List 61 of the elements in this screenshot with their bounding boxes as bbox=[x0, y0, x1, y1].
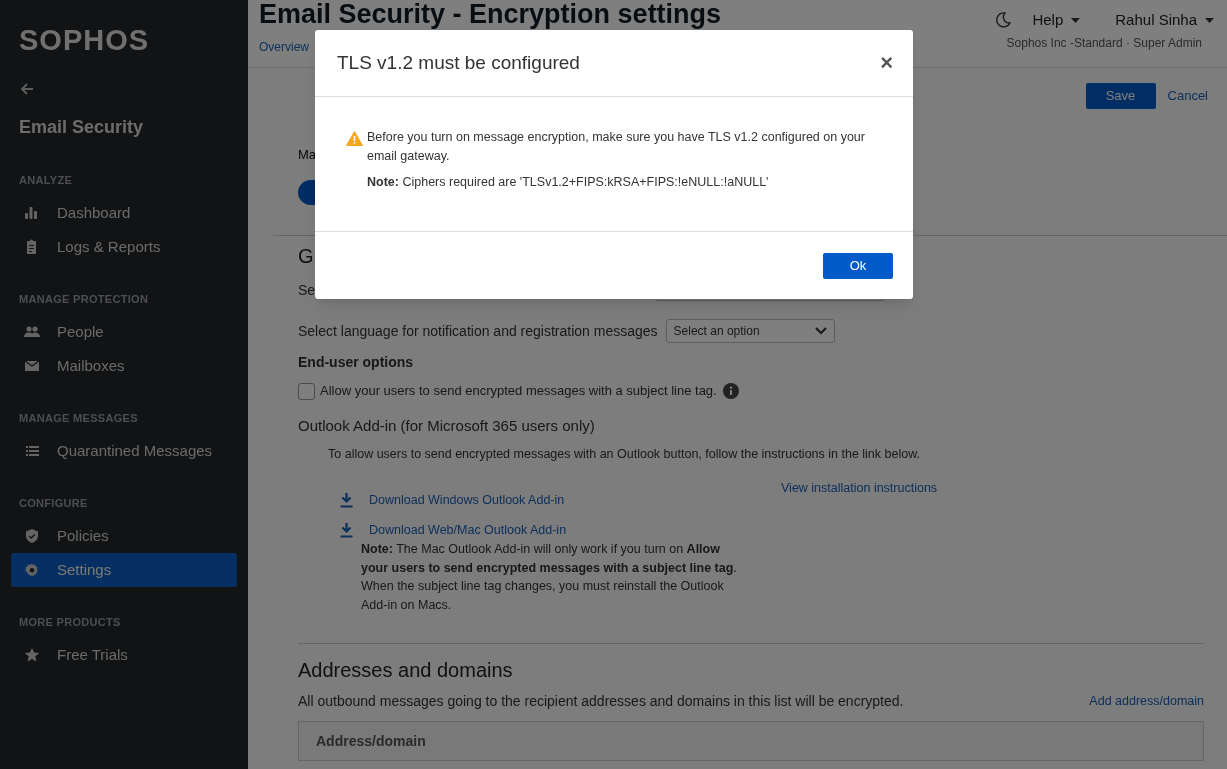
language-select[interactable]: Select an option bbox=[665, 319, 835, 343]
note-text: Note: The Mac Outlook Add-in will only work if you turn on Allow your users to send encrypted messages with a subject line tag. When the subject line tag changes, you must reinstall the Outlook Add-in on Macs. bbox=[361, 541, 738, 614]
account-info: Sophos Inc -Standard · Super Admin bbox=[1006, 35, 1202, 51]
nav-item[interactable]: Mailboxes bbox=[11, 349, 237, 383]
back-arrow-icon[interactable] bbox=[19, 81, 35, 97]
user-menu[interactable]: Rahul Sinha bbox=[1115, 8, 1214, 32]
download-link[interactable]: Download Windows Outlook Add-in bbox=[369, 490, 565, 510]
section-label: Ma bbox=[298, 147, 317, 163]
nav-item[interactable]: Quarantined Messages bbox=[11, 434, 237, 468]
section-heading: G bbox=[298, 244, 314, 268]
nav-section-heading: CONFIGURE bbox=[19, 496, 88, 511]
close-button[interactable]: × bbox=[880, 52, 893, 74]
download-link[interactable]: Download Web/Mac Outlook Add-in bbox=[369, 520, 567, 540]
nav-item[interactable]: Policies bbox=[11, 519, 237, 553]
caret-icon bbox=[1205, 17, 1214, 23]
subsection-heading: Outlook Add-in (for Microsoft 365 users only) bbox=[298, 416, 595, 436]
envelope-icon bbox=[24, 358, 40, 374]
people-icon bbox=[24, 324, 40, 340]
download-icon[interactable] bbox=[340, 492, 353, 508]
nav-item[interactable]: People bbox=[11, 315, 237, 349]
logo: SOPHOS bbox=[19, 26, 150, 54]
instructions-link[interactable]: View installation instructions bbox=[781, 479, 938, 497]
dialog-title: TLS v1.2 must be configured bbox=[337, 50, 580, 75]
gear-icon bbox=[24, 562, 40, 578]
shield-check-icon bbox=[24, 528, 40, 544]
save-button[interactable]: Save bbox=[1085, 83, 1156, 109]
checkbox-label: Allow your users to send encrypted messages with a subject line tag. bbox=[320, 382, 717, 401]
nav-item[interactable]: Settings bbox=[11, 553, 237, 587]
cancel-link[interactable]: Cancel bbox=[1167, 86, 1208, 106]
help-menu[interactable]: Help bbox=[1032, 8, 1081, 32]
instructions-text: To allow users to send encrypted messages with an Outlook button, follow the instructions in the link below. bbox=[328, 446, 920, 463]
info-icon[interactable] bbox=[722, 383, 739, 399]
dialog-message: Before you turn on message encryption, make sure you have TLS v1.2 configured on your email gateway. bbox=[367, 129, 866, 165]
section-description: All outbound messages going to the recipient addresses and domains in this list will be encrypted. bbox=[298, 691, 904, 711]
download-icon[interactable] bbox=[340, 522, 353, 538]
field-label: Select language for notification and registration messages bbox=[298, 321, 658, 341]
nav-item[interactable]: Free Trials bbox=[11, 638, 237, 672]
warning-icon bbox=[346, 131, 363, 146]
nav-section-heading: MORE PRODUCTS bbox=[19, 615, 121, 630]
add-address-link[interactable]: Add address/domain bbox=[1089, 691, 1204, 711]
bar-chart-icon bbox=[24, 205, 40, 221]
star-icon bbox=[24, 647, 40, 663]
section-heading: Addresses and domains bbox=[298, 658, 513, 682]
chevron-down-icon bbox=[814, 327, 827, 335]
nav-section-heading: ANALYZE bbox=[19, 173, 73, 188]
checkbox[interactable] bbox=[298, 382, 315, 400]
nav-item[interactable]: Logs & Reports bbox=[11, 230, 237, 264]
nav-section-heading: MANAGE PROTECTION bbox=[19, 292, 149, 307]
column-header: Address/domain bbox=[316, 731, 426, 751]
page-title: Email Security - Encryption settings bbox=[259, 0, 722, 29]
subsection-heading: End-user options bbox=[298, 353, 414, 371]
nav-section-heading: MANAGE MESSAGES bbox=[19, 411, 138, 426]
list-icon bbox=[24, 443, 40, 459]
dialog-note: Note: Ciphers required are 'TLSv1.2+FIPS:kRSA+FIPS:!eNULL:!aNULL' bbox=[367, 174, 770, 191]
ok-button[interactable]: Ok bbox=[823, 252, 893, 279]
field-label: Se bbox=[298, 280, 316, 300]
product-title: Email Security bbox=[19, 116, 144, 139]
moon-icon[interactable] bbox=[994, 11, 1013, 29]
nav-item[interactable]: Dashboard bbox=[11, 196, 237, 230]
breadcrumb-link[interactable]: Overview bbox=[259, 39, 309, 55]
caret-icon bbox=[1071, 17, 1081, 23]
